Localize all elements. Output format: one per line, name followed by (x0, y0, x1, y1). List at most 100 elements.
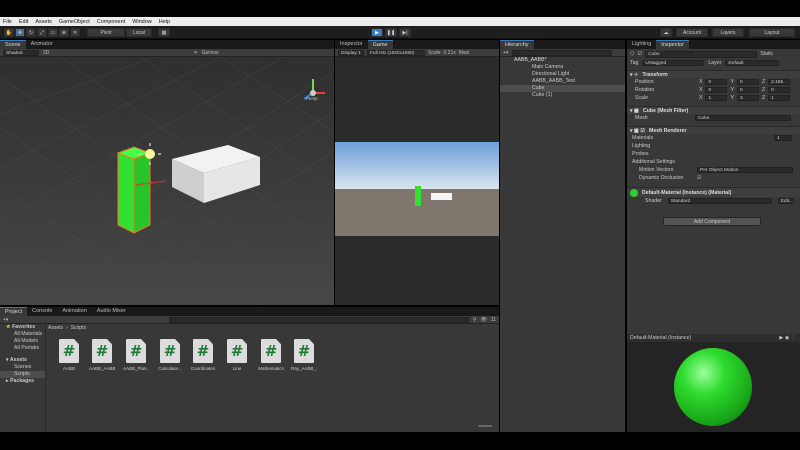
menu-help[interactable]: Help (159, 19, 170, 25)
mesh-renderer-header[interactable]: ▾ ▦ ☑ Mesh Renderer (627, 126, 800, 134)
layer-dropdown[interactable]: Default (725, 60, 780, 66)
materials-count-field[interactable]: 1 (774, 135, 792, 141)
packages-folder[interactable]: ▸ Packages (0, 378, 45, 385)
resolution-dropdown[interactable]: Full HD (1920x1080) (367, 49, 425, 56)
shading-dropdown[interactable]: Shaded (3, 49, 39, 56)
project-add-button[interactable]: +▾ (3, 317, 8, 323)
hierarchy-search-input[interactable] (512, 49, 613, 56)
scene-gizmos-dropdown[interactable]: Gizmos (202, 50, 219, 56)
pause-button[interactable]: ❚❚ (385, 28, 397, 37)
favorites-item[interactable]: All Prefabs (0, 345, 45, 352)
favorites-header[interactable]: ★ Favorites (0, 324, 45, 331)
tab-inspector-secondary[interactable]: Inspector (335, 40, 368, 49)
layout-dropdown[interactable]: Layout (749, 28, 795, 37)
tab-animator[interactable]: Animator (26, 40, 58, 49)
tab-project[interactable]: Project (0, 307, 28, 316)
preview-play-icon[interactable]: ▶ ◉ ⋮ (779, 335, 796, 341)
material-preview-sphere[interactable] (674, 348, 752, 426)
position-y-field[interactable]: 0 (736, 79, 759, 85)
material-header[interactable]: Default-Material (Instance) (Material) (627, 187, 800, 197)
shader-edit-button[interactable]: Edit... (777, 198, 794, 204)
filter-icon[interactable]: ⚲ (473, 317, 477, 323)
folder-scripts-selected[interactable]: Scripts (0, 371, 45, 378)
folder-scenes[interactable]: Scenes (0, 364, 45, 371)
tab-animation[interactable]: Animation (57, 307, 91, 316)
icon-size-slider[interactable] (478, 425, 492, 427)
play-button[interactable]: ▶ (371, 28, 383, 37)
dynamic-occlusion-checkbox[interactable]: ☑ (697, 175, 702, 181)
local-toggle[interactable]: Local (126, 28, 152, 37)
pivot-toggle[interactable]: Pivot (87, 28, 125, 37)
script-asset[interactable]: # Coordinates (190, 339, 216, 371)
tab-lighting[interactable]: Lighting (627, 40, 656, 49)
menu-window[interactable]: Window (132, 19, 152, 25)
hierarchy-item[interactable]: AABB_AABB_Test (500, 78, 625, 85)
scene-viewport[interactable] (0, 57, 334, 305)
tab-scene[interactable]: Scene (0, 40, 26, 49)
grid-snap-button[interactable]: ▦ (158, 28, 170, 37)
hierarchy-item[interactable]: Cube (1) (500, 92, 625, 99)
tab-audio-mixer[interactable]: Audio Mixer (92, 307, 131, 316)
rotation-x-field[interactable]: 0 (705, 87, 728, 93)
probes-foldout[interactable]: Probes (627, 150, 800, 158)
scale-y-field[interactable]: 3 (736, 95, 759, 101)
green-cube-selected[interactable] (116, 146, 152, 234)
cloud-button[interactable]: ☁ (660, 28, 672, 37)
custom-tool-button[interactable]: ✕ (70, 28, 80, 37)
script-asset[interactable]: #AABB_AABB... (89, 339, 115, 371)
project-search-input[interactable] (168, 316, 469, 323)
mesh-filter-header[interactable]: ▾ ▦ Cube (Mesh Filter) (627, 106, 800, 114)
script-asset[interactable]: # AABB_Plan... (123, 339, 149, 371)
menu-component[interactable]: Component (97, 19, 125, 25)
rotate-tool-button[interactable]: ↻ (26, 28, 36, 37)
script-asset[interactable]: # Mathematics (258, 339, 284, 371)
mesh-field[interactable]: Cube (695, 115, 791, 121)
breadcrumb-scripts[interactable]: Scripts (71, 325, 86, 331)
object-name-field[interactable]: Cube (645, 50, 758, 58)
hierarchy-item-selected[interactable]: Cube (500, 85, 625, 92)
add-object-icon[interactable]: +▾ (503, 50, 508, 56)
scene-tools-icon[interactable]: ✕ (193, 50, 197, 56)
motion-vectors-dropdown[interactable]: Per Object Motion (697, 167, 793, 173)
menu-edit[interactable]: Edit (19, 19, 28, 25)
scene-root[interactable]: AABB_AABB* (500, 57, 625, 64)
scale-x-field[interactable]: 1 (705, 95, 728, 101)
active-checkbox[interactable]: ☑ (638, 51, 643, 57)
static-toggle[interactable]: Static (760, 51, 773, 57)
menu-assets[interactable]: Assets (35, 19, 52, 25)
materials-row[interactable]: Materials 1 (627, 134, 800, 142)
tab-inspector[interactable]: Inspector (656, 40, 689, 49)
tab-game[interactable]: Game (367, 40, 393, 49)
move-tool-button[interactable]: ✥ (15, 28, 25, 37)
tab-console[interactable]: Console (27, 307, 57, 316)
maximize-toggle[interactable]: Maxi (459, 50, 470, 56)
favorites-item[interactable]: All Materials (0, 331, 45, 338)
rotation-z-field[interactable]: 0 (768, 87, 791, 93)
script-asset[interactable]: # Line (224, 339, 250, 371)
script-asset[interactable]: # CalculateI... (157, 339, 183, 371)
directional-light-icon[interactable] (145, 149, 155, 159)
hand-tool-button[interactable]: ✋ (4, 28, 14, 37)
assets-folder[interactable]: ▾ Assets (0, 357, 45, 364)
additional-settings-foldout[interactable]: Additional Settings (627, 158, 800, 166)
account-dropdown[interactable]: Account (676, 28, 708, 37)
scale-z-field[interactable]: 1 (768, 95, 791, 101)
add-component-button[interactable]: Add Component (663, 217, 761, 226)
layers-dropdown[interactable]: Layers (712, 28, 744, 37)
menu-file[interactable]: File (3, 19, 12, 25)
step-button[interactable]: ▶| (399, 28, 411, 37)
favorites-item[interactable]: All Models (0, 338, 45, 345)
tab-hierarchy[interactable]: Hierarchy (500, 40, 534, 49)
hierarchy-item[interactable]: Directional Light (500, 71, 625, 78)
persp-label[interactable]: Persp (306, 96, 318, 101)
hidden-packages-icon[interactable]: 👁 (480, 317, 486, 323)
tag-dropdown[interactable]: Untagged (642, 60, 705, 66)
mode-2d-toggle[interactable]: 2D (43, 50, 49, 56)
menu-gameobject[interactable]: GameObject (59, 19, 90, 25)
rect-tool-button[interactable]: ▭ (48, 28, 58, 37)
hierarchy-item[interactable]: Main Camera (500, 64, 625, 71)
scale-value[interactable]: 0.21x (444, 50, 456, 56)
scale-tool-button[interactable]: ⤢ (37, 28, 47, 37)
transform-header[interactable]: ▾ ⊹ Transform (627, 70, 800, 78)
script-asset[interactable]: # Ray_AABB_... (291, 339, 317, 371)
